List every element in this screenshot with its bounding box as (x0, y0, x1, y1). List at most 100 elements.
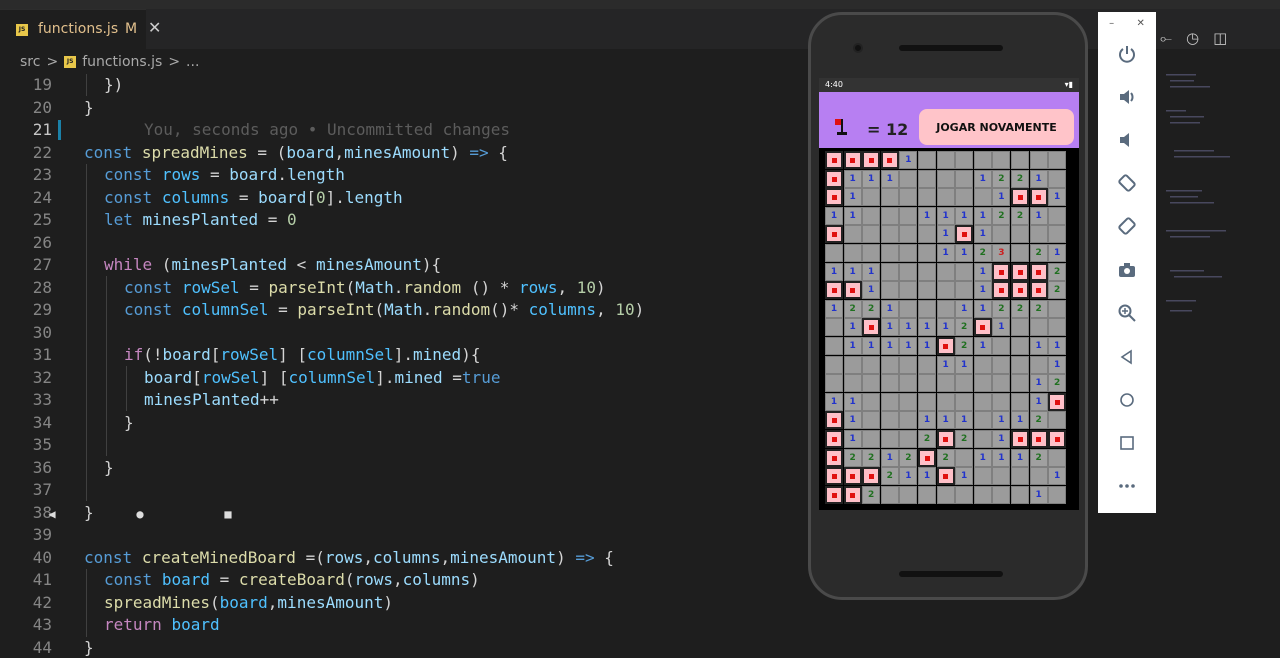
closed-cell[interactable] (880, 262, 899, 281)
number-cell[interactable]: 1 (1011, 411, 1029, 430)
flagged-cell[interactable] (825, 448, 843, 467)
number-cell[interactable]: 2 (1029, 411, 1048, 430)
number-cell[interactable]: 1 (918, 337, 936, 355)
number-cell[interactable]: 2 (843, 299, 862, 318)
flagged-cell[interactable] (862, 467, 881, 486)
tab-close-icon[interactable]: ✕ (148, 18, 161, 37)
number-cell[interactable]: 1 (899, 151, 918, 169)
closed-cell[interactable] (955, 188, 974, 207)
number-cell[interactable]: 2 (862, 448, 881, 467)
number-cell[interactable]: 2 (1011, 299, 1029, 318)
overview-icon[interactable] (1115, 431, 1139, 455)
number-cell[interactable]: 1 (1048, 467, 1067, 486)
number-cell[interactable]: 1 (1048, 244, 1067, 262)
closed-cell[interactable] (1011, 225, 1029, 244)
breadcrumb-file[interactable]: functions.js (82, 54, 162, 70)
number-cell[interactable]: 2 (992, 299, 1011, 318)
closed-cell[interactable] (973, 188, 992, 207)
number-cell[interactable]: 1 (1048, 355, 1067, 374)
closed-cell[interactable] (880, 374, 899, 393)
closed-cell[interactable] (955, 262, 974, 281)
closed-cell[interactable] (992, 355, 1011, 374)
number-cell[interactable]: 2 (973, 244, 992, 262)
closed-cell[interactable] (880, 281, 899, 300)
volume-up-icon[interactable] (1115, 85, 1139, 109)
closed-cell[interactable] (880, 411, 899, 430)
rotate-left-icon[interactable] (1115, 171, 1139, 195)
number-cell[interactable]: 1 (973, 281, 992, 300)
closed-cell[interactable] (936, 392, 955, 411)
closed-cell[interactable] (880, 244, 899, 262)
flagged-cell[interactable] (936, 430, 955, 448)
closed-cell[interactable] (918, 188, 936, 207)
number-cell[interactable]: 1 (973, 299, 992, 318)
closed-cell[interactable] (973, 392, 992, 411)
number-cell[interactable]: 1 (843, 430, 862, 448)
closed-cell[interactable] (862, 355, 881, 374)
number-cell[interactable]: 1 (918, 206, 936, 225)
closed-cell[interactable] (1048, 448, 1067, 467)
number-cell[interactable]: 2 (1048, 262, 1067, 281)
closed-cell[interactable] (973, 411, 992, 430)
number-cell[interactable]: 1 (973, 169, 992, 188)
rotate-right-icon[interactable] (1115, 214, 1139, 238)
flagged-cell[interactable] (825, 151, 843, 169)
number-cell[interactable]: 1 (862, 281, 881, 300)
closed-cell[interactable] (899, 392, 918, 411)
number-cell[interactable]: 1 (1029, 485, 1048, 504)
flagged-cell[interactable] (825, 225, 843, 244)
closed-cell[interactable] (918, 281, 936, 300)
flagged-cell[interactable] (1011, 430, 1029, 448)
number-cell[interactable]: 1 (955, 467, 974, 486)
more-options-icon[interactable] (1115, 474, 1139, 498)
closed-cell[interactable] (1011, 485, 1029, 504)
closed-cell[interactable] (973, 151, 992, 169)
closed-cell[interactable] (973, 485, 992, 504)
number-cell[interactable]: 1 (918, 411, 936, 430)
closed-cell[interactable] (973, 430, 992, 448)
number-cell[interactable]: 1 (955, 206, 974, 225)
closed-cell[interactable] (899, 225, 918, 244)
zoom-icon[interactable] (1115, 301, 1139, 325)
git-compare-icon[interactable]: ⟜ (1160, 29, 1172, 47)
closed-cell[interactable] (825, 374, 843, 393)
closed-cell[interactable] (862, 411, 881, 430)
number-cell[interactable]: 2 (918, 430, 936, 448)
closed-cell[interactable] (825, 355, 843, 374)
closed-cell[interactable] (936, 151, 955, 169)
closed-cell[interactable] (955, 169, 974, 188)
closed-cell[interactable] (880, 225, 899, 244)
number-cell[interactable]: 1 (992, 430, 1011, 448)
closed-cell[interactable] (955, 374, 974, 393)
number-cell[interactable]: 1 (862, 337, 881, 355)
closed-cell[interactable] (1048, 206, 1067, 225)
timeline-icon[interactable]: ◷ (1186, 29, 1199, 47)
closed-cell[interactable] (918, 374, 936, 393)
number-cell[interactable]: 1 (973, 448, 992, 467)
closed-cell[interactable] (862, 225, 881, 244)
number-cell[interactable]: 2 (1048, 281, 1067, 300)
closed-cell[interactable] (880, 392, 899, 411)
number-cell[interactable]: 1 (880, 318, 899, 337)
closed-cell[interactable] (880, 430, 899, 448)
breadcrumb-src[interactable]: src (20, 54, 40, 70)
number-cell[interactable]: 1 (843, 206, 862, 225)
flagged-cell[interactable] (825, 188, 843, 207)
number-cell[interactable]: 1 (936, 355, 955, 374)
closed-cell[interactable] (936, 485, 955, 504)
number-cell[interactable]: 1 (955, 299, 974, 318)
closed-cell[interactable] (862, 374, 881, 393)
closed-cell[interactable] (899, 169, 918, 188)
closed-cell[interactable] (880, 188, 899, 207)
number-cell[interactable]: 3 (992, 244, 1011, 262)
closed-cell[interactable] (918, 151, 936, 169)
number-cell[interactable]: 1 (843, 411, 862, 430)
flagged-cell[interactable] (825, 169, 843, 188)
closed-cell[interactable] (825, 244, 843, 262)
closed-cell[interactable] (955, 448, 974, 467)
flagged-cell[interactable] (825, 430, 843, 448)
closed-cell[interactable] (918, 244, 936, 262)
flagged-cell[interactable] (1011, 281, 1029, 300)
flagged-cell[interactable] (955, 225, 974, 244)
number-cell[interactable]: 1 (1029, 206, 1048, 225)
